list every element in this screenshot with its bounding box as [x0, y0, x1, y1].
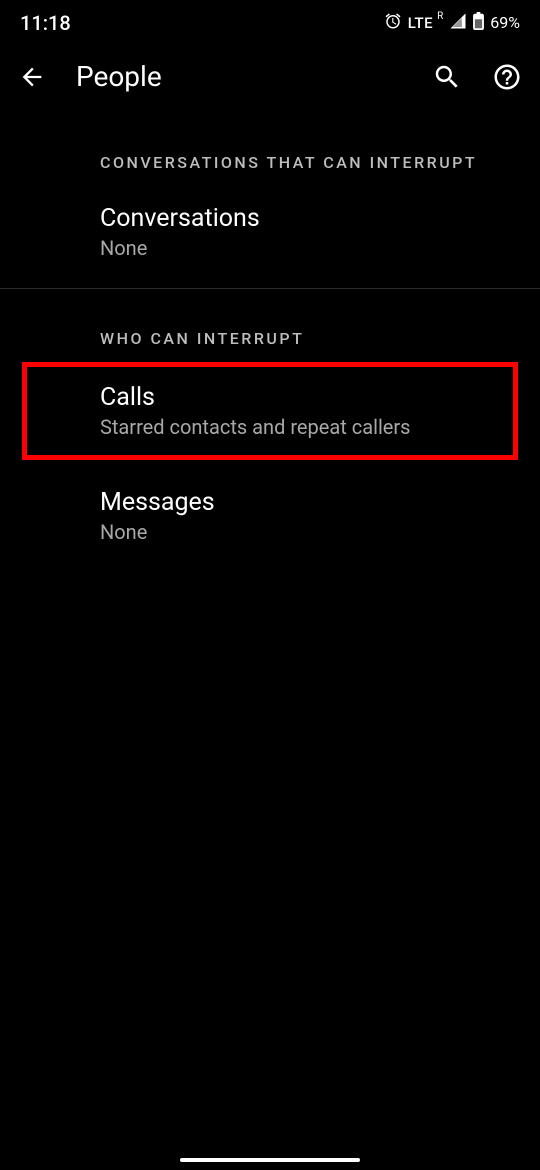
- search-button[interactable]: [432, 62, 462, 92]
- app-bar-actions: [432, 62, 522, 92]
- roaming-indicator: R: [437, 11, 443, 22]
- status-time: 11:18: [20, 11, 71, 35]
- conversations-item[interactable]: Conversations None: [0, 186, 540, 278]
- list-item-title: Calls: [100, 383, 493, 412]
- section-header-who-can-interrupt: WHO CAN INTERRUPT: [0, 289, 540, 362]
- section-header-conversations: CONVERSATIONS THAT CAN INTERRUPT: [0, 113, 540, 186]
- battery-icon: [473, 12, 484, 34]
- alarm-icon: [384, 12, 402, 34]
- status-indicators: LTE R 69%: [384, 12, 520, 34]
- status-bar: 11:18 LTE R 69%: [0, 0, 540, 40]
- help-icon: [492, 62, 522, 92]
- messages-item[interactable]: Messages None: [0, 470, 540, 562]
- signal-icon: [449, 12, 467, 34]
- arrow-back-icon: [18, 63, 46, 91]
- network-type: LTE: [408, 14, 433, 32]
- page-title: People: [76, 60, 402, 93]
- help-button[interactable]: [492, 62, 522, 92]
- list-item-subtitle: None: [100, 236, 520, 260]
- highlight-box: Calls Starred contacts and repeat caller…: [22, 362, 518, 460]
- calls-item[interactable]: Calls Starred contacts and repeat caller…: [27, 367, 513, 455]
- battery-percentage: 69%: [490, 13, 520, 32]
- search-icon: [432, 62, 462, 92]
- list-item-subtitle: None: [100, 520, 520, 544]
- navigation-indicator[interactable]: [180, 1158, 360, 1162]
- app-bar: People: [0, 40, 540, 113]
- list-item-subtitle: Starred contacts and repeat callers: [100, 415, 493, 439]
- list-item-title: Conversations: [100, 204, 520, 233]
- back-button[interactable]: [18, 63, 46, 91]
- list-item-title: Messages: [100, 488, 520, 517]
